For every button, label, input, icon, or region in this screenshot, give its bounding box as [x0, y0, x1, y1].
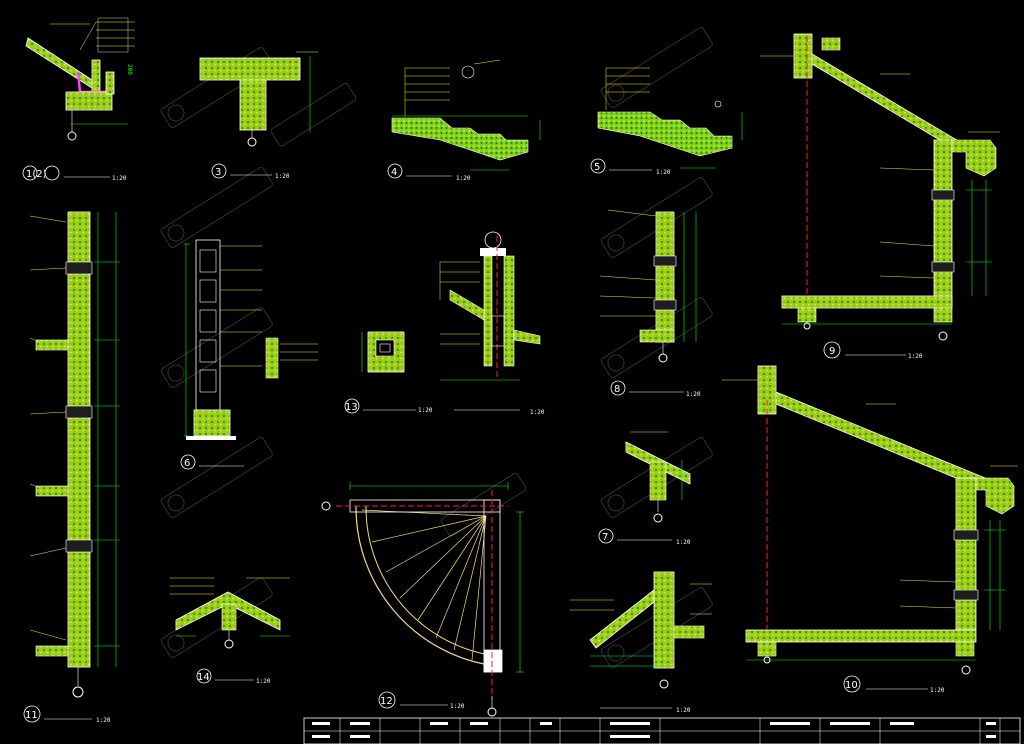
detail-label-11: 11 1:20 [23, 705, 111, 724]
svg-text:1:20: 1:20 [275, 173, 290, 180]
svg-text:9: 9 [829, 346, 835, 357]
detail-9-roof-section [760, 33, 1000, 341]
svg-text:10: 10 [845, 680, 858, 691]
detail-label-4: 4 1:20 [387, 163, 471, 182]
svg-text:3: 3 [215, 167, 221, 178]
svg-text:13: 13 [345, 402, 358, 413]
cad-drawing-sheet: 200 1(2) 1:20 3 1:20 4 1:20 5 1:20 11 1:… [22, 17, 1021, 744]
svg-text:5: 5 [594, 162, 600, 173]
detail-label-10: 10 1:20 [843, 675, 945, 694]
detail-11-wall-section [29, 211, 120, 698]
detail-label-5: 5 1:20 [590, 158, 671, 176]
svg-text:1:20: 1:20 [450, 703, 465, 710]
svg-text:1:20: 1:20 [456, 175, 471, 182]
svg-text:1:20: 1:20 [256, 678, 271, 685]
detail-12-stair-plan [321, 482, 524, 717]
svg-text:8: 8 [614, 384, 620, 395]
svg-text:1:20: 1:20 [656, 169, 671, 176]
svg-text:14: 14 [197, 672, 210, 683]
svg-text:1:20: 1:20 [530, 409, 545, 416]
detail-7-eave [625, 431, 691, 523]
svg-text:1:20: 1:20 [676, 539, 691, 546]
svg-text:7: 7 [602, 532, 608, 543]
svg-text:12: 12 [380, 696, 393, 707]
svg-text:1:20: 1:20 [676, 707, 691, 714]
detail-label-9: 9 1:20 [823, 341, 923, 360]
detail-label-3: 3 1:20 [211, 163, 290, 180]
detail-4-step-section [391, 59, 541, 171]
svg-text:1(2): 1(2) [26, 169, 47, 180]
detail-chimney-section [439, 231, 541, 381]
svg-text:1:20: 1:20 [686, 391, 701, 398]
detail-label-1: 1(2) 1:20 [22, 165, 127, 182]
detail-5-step-section [597, 67, 743, 169]
svg-text:6: 6 [184, 458, 190, 469]
detail-label-14: 14 1:20 [196, 668, 271, 685]
detail-14-ridge [170, 577, 290, 649]
detail-label-8: 8 1:20 [610, 380, 701, 398]
svg-text:1:20: 1:20 [418, 407, 433, 414]
detail-13-small-section [361, 331, 405, 373]
svg-text:4: 4 [391, 167, 397, 178]
title-block [303, 717, 1021, 744]
detail-10-roof-section [722, 365, 1018, 675]
svg-text:1:20: 1:20 [930, 687, 945, 694]
detail-label-12: 12 1:20 [378, 691, 465, 710]
svg-text:200: 200 [126, 64, 133, 75]
detail-8-wall-section [599, 209, 697, 363]
svg-text:1:20: 1:20 [96, 717, 111, 724]
detail-label-chimney: 1:20 [454, 409, 545, 416]
detail-6-column [184, 239, 318, 440]
detail-3-beam [199, 51, 318, 147]
svg-text:1:20: 1:20 [112, 175, 127, 182]
svg-text:1:20: 1:20 [908, 353, 923, 360]
svg-text:11: 11 [25, 710, 38, 721]
detail-label-slope: 1:20 [600, 707, 691, 714]
detail-slope-section [570, 571, 712, 689]
detail-1-gutter: 200 [25, 17, 135, 141]
detail-label-13: 13 1:20 [344, 398, 433, 414]
detail-label-7: 7 1:20 [598, 528, 691, 546]
